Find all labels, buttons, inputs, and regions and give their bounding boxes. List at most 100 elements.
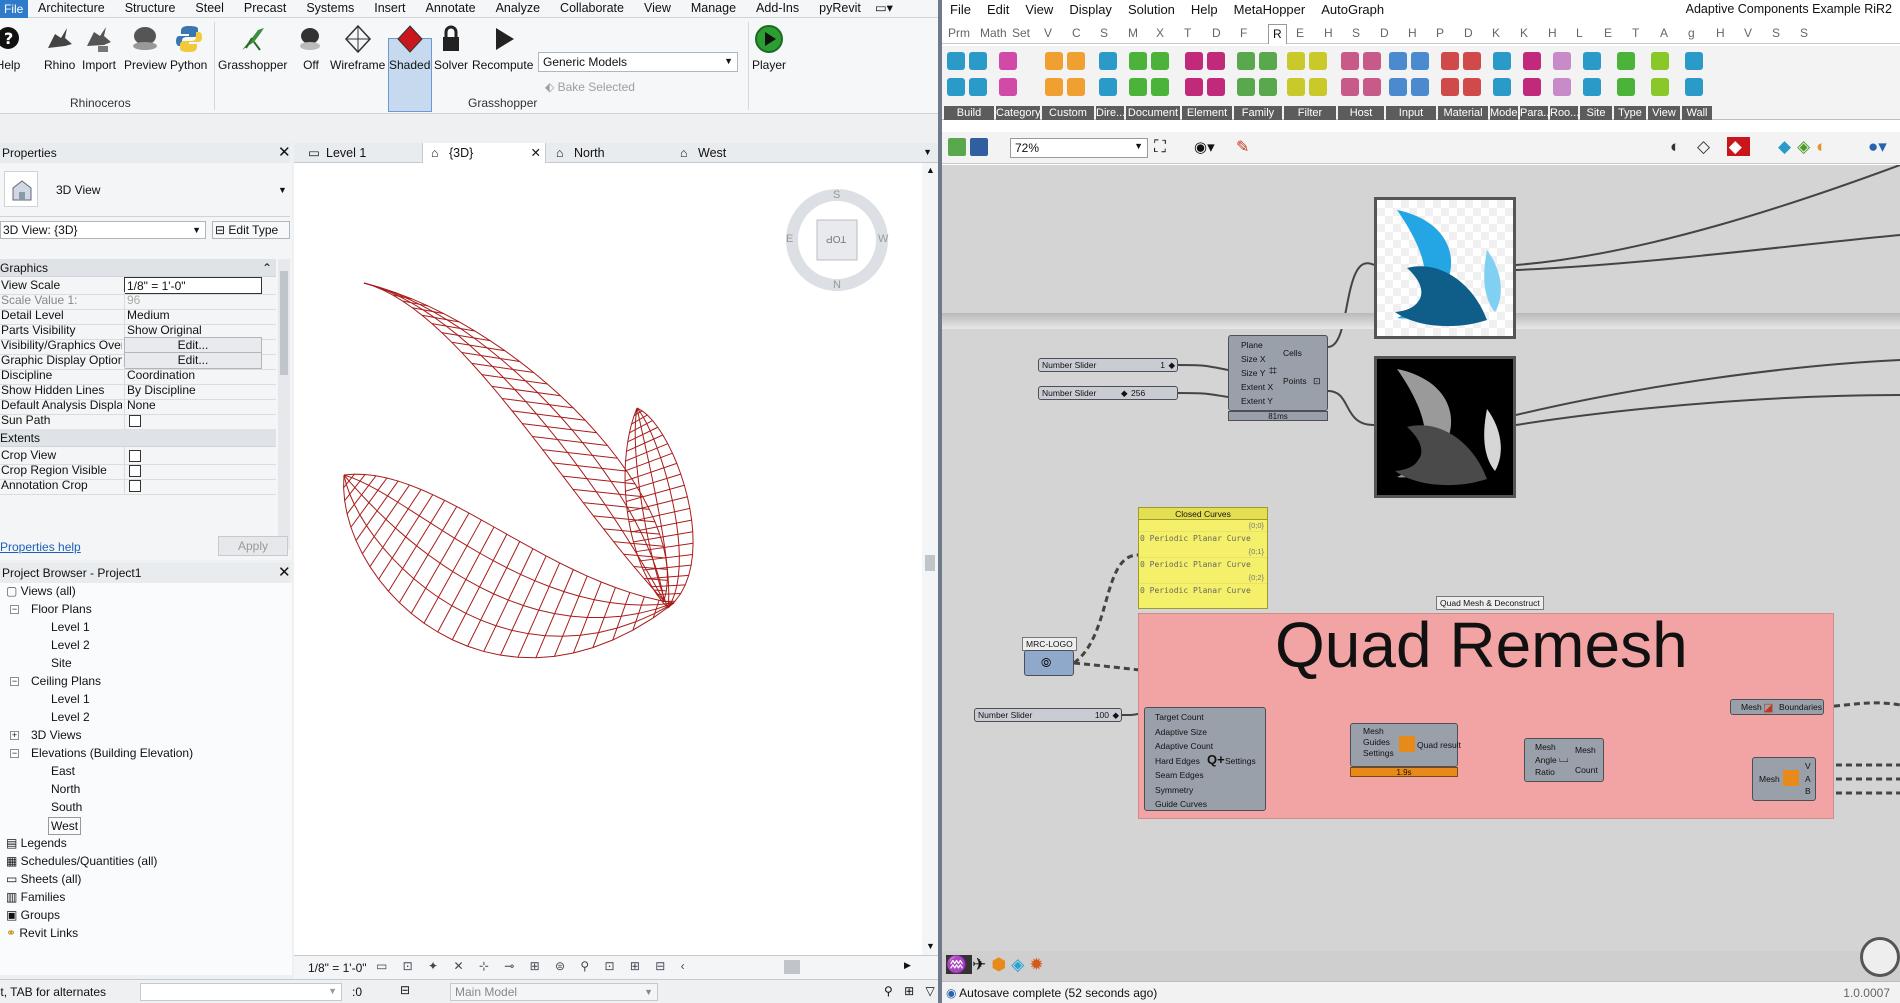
open-file-icon[interactable]	[948, 138, 966, 156]
close-tab-icon[interactable]: ✕	[531, 143, 541, 163]
tree-schedules[interactable]: ▦ Schedules/Quantities (all)	[6, 853, 157, 869]
tree-ceiling-level-2[interactable]: Level 2	[51, 709, 90, 725]
tree-elev-west[interactable]: West	[48, 817, 82, 835]
gh-tab[interactable]: Math	[980, 26, 1007, 40]
scroll-down-icon[interactable]: ▼	[926, 941, 935, 951]
hexagonal-grid-component[interactable]: Plane Size X Size Y Extent X Extent Y ⌗ Cell…	[1228, 335, 1328, 411]
editing-requests-icon[interactable]: ⊟	[400, 983, 410, 997]
tab-view[interactable]: View	[634, 0, 681, 18]
collapse-toggle-icon[interactable]: −	[10, 677, 19, 686]
remeshed-logo-wireframe[interactable]	[294, 163, 922, 955]
ribbon-options-icon[interactable]: ▭▾	[871, 0, 897, 18]
slider-handle-icon[interactable]: ◆	[1112, 709, 1119, 721]
category-select[interactable]: Generic Models ▼	[538, 52, 738, 72]
gh-component-icon[interactable]	[1685, 52, 1703, 70]
output-points[interactable]: Points	[1283, 376, 1307, 387]
gh-tab[interactable]: E	[1296, 26, 1304, 40]
gh-component-icon[interactable]	[1523, 78, 1541, 96]
input-port[interactable]: Seam Edges	[1155, 768, 1213, 783]
gh-menu-metahopper[interactable]: MetaHopper	[1226, 2, 1314, 17]
gh-category-label[interactable]: Filter	[1284, 106, 1336, 120]
orange-preview-icon[interactable]: ◐	[1816, 137, 1832, 156]
tree-floor-level-2[interactable]: Level 2	[51, 637, 90, 653]
view-controls-icons[interactable]: ▭ ⊡ ✦ ✕ ⊹ ⊸ ⊞ ⊜ ⚲ ⊡ ⊞ ⊟ ‹	[376, 959, 691, 973]
file-menu[interactable]: File	[0, 0, 28, 18]
output-port[interactable]: V	[1805, 760, 1811, 773]
input-port[interactable]: Guide Curves	[1155, 797, 1213, 812]
zoom-select[interactable]: 72% ▼	[1010, 138, 1148, 158]
rhino-button[interactable]: Rhino	[44, 24, 75, 72]
scrollbar-thumb[interactable]	[280, 271, 288, 375]
gh-menu-view[interactable]: View	[1017, 2, 1061, 17]
gh-tab[interactable]: H	[1716, 26, 1725, 40]
properties-help-link[interactable]: Properties help	[0, 540, 81, 554]
gh-tab[interactable]: S	[1352, 26, 1360, 40]
gh-component-icon[interactable]	[1099, 78, 1117, 96]
gh-tab[interactable]: V	[1744, 26, 1752, 40]
gh-component-icon[interactable]	[969, 78, 987, 96]
gh-component-icon[interactable]	[1523, 52, 1541, 70]
tab-collaborate[interactable]: Collaborate	[550, 0, 634, 18]
gh-tab[interactable]: K	[1492, 26, 1500, 40]
tab-analyze[interactable]: Analyze	[486, 0, 550, 18]
gh-component-icon[interactable]	[1185, 78, 1203, 96]
gh-category-label[interactable]: Element	[1182, 106, 1232, 120]
gh-category-label[interactable]: Host	[1338, 106, 1384, 120]
gh-component-icon[interactable]	[1185, 52, 1203, 70]
type-selector[interactable]: 3D View ▼	[0, 165, 290, 217]
grayscale-logo-preview[interactable]	[1374, 356, 1516, 498]
gh-component-icon[interactable]	[1237, 78, 1255, 96]
gh-category-label[interactable]: Family	[1234, 106, 1282, 120]
gh-category-label[interactable]: Input	[1386, 106, 1436, 120]
number-slider-3[interactable]: Number Slider 100 ◆	[974, 708, 1122, 722]
recompute-button[interactable]: Recompute	[472, 24, 533, 72]
tree-elev-south[interactable]: South	[51, 799, 82, 815]
gh-category-label[interactable]: Para...	[1520, 106, 1548, 120]
property-value[interactable]	[124, 477, 262, 494]
gh-component-icon[interactable]	[1207, 52, 1225, 70]
import-button[interactable]: Import	[82, 24, 116, 72]
input-port[interactable]: Plane	[1241, 338, 1273, 352]
number-slider-2[interactable]: Number Slider ◆ 256	[1038, 386, 1178, 400]
collapse-toggle-icon[interactable]: −	[10, 749, 19, 758]
input-mesh[interactable]: Mesh	[1741, 702, 1762, 713]
output-cells[interactable]: Cells	[1283, 348, 1302, 359]
gh-component-icon[interactable]	[1129, 52, 1147, 70]
profiler-widget-icon[interactable]: ♒	[946, 955, 973, 974]
properties-scrollbar[interactable]	[278, 259, 290, 549]
tree-ceiling-level-1[interactable]: Level 1	[51, 691, 90, 707]
edit-type-button[interactable]: ⊟ Edit Type	[212, 221, 290, 239]
solver-button[interactable]: Solver	[434, 24, 468, 72]
gh-component-icon[interactable]	[1463, 52, 1481, 70]
3d-view-canvas[interactable]: TOP S N E W	[294, 163, 922, 955]
gh-tab[interactable]: X	[1156, 26, 1164, 40]
wireframe-button[interactable]: Wireframe	[330, 24, 385, 72]
gh-component-icon[interactable]	[1309, 78, 1327, 96]
graphics-section[interactable]: Graphics ⌃	[0, 259, 276, 277]
tab-west[interactable]: ⌂ West	[672, 143, 792, 163]
widget-icons[interactable]: ♒✈⬢◈✹	[946, 955, 1049, 975]
input-port[interactable]: Angle	[1535, 754, 1557, 767]
view-scale-label[interactable]: 1/8" = 1'-0"	[308, 961, 367, 975]
gh-component-icon[interactable]	[1309, 52, 1327, 70]
gh-component-icon[interactable]	[1441, 78, 1459, 96]
gh-menu-edit[interactable]: Edit	[979, 2, 1017, 17]
output-port[interactable]: B	[1805, 785, 1811, 798]
gh-component-icon[interactable]	[1237, 52, 1255, 70]
input-port[interactable]: Extent Y	[1241, 394, 1273, 408]
canvas-compass-icon[interactable]	[1860, 937, 1900, 977]
gh-tab[interactable]: Set	[1012, 26, 1030, 40]
gh-component-icon[interactable]	[1207, 78, 1225, 96]
tab-insert[interactable]: Insert	[364, 0, 415, 18]
extents-section[interactable]: Extents	[0, 429, 276, 447]
preview-eye-icon[interactable]: ◉▾	[1194, 138, 1215, 156]
checkbox[interactable]	[129, 480, 141, 492]
input-port[interactable]: Extent X	[1241, 380, 1273, 394]
gh-component-icon[interactable]	[1363, 52, 1381, 70]
tab-systems[interactable]: Systems	[296, 0, 364, 18]
quad-remesh-component[interactable]: Mesh Guides Settings Quad result	[1350, 723, 1461, 767]
tree-ceiling-plans[interactable]: Ceiling Plans	[31, 673, 101, 689]
tab-annotate[interactable]: Annotate	[416, 0, 486, 18]
tab-3d[interactable]: ⌂ {3D} ✕	[422, 143, 546, 163]
property-value[interactable]	[124, 412, 262, 429]
